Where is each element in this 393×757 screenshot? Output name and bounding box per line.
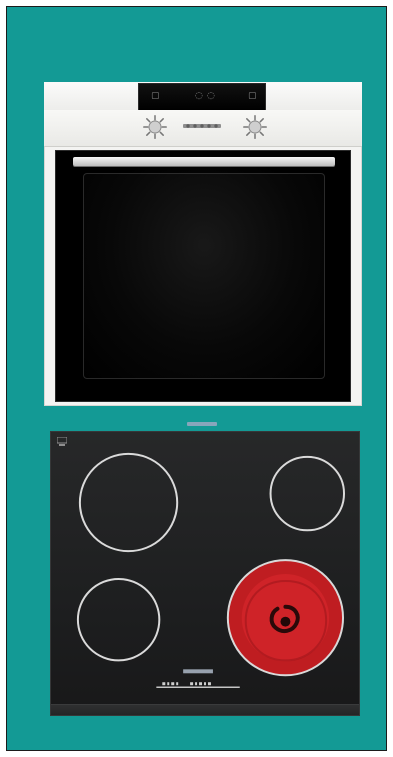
hob-brand-mark: [183, 669, 213, 674]
hob-zone-bottom-right-dot: [280, 616, 291, 627]
oven-door-window: [83, 173, 325, 379]
oven-brand-mark: [187, 422, 217, 426]
hob-bottom-edge: [51, 704, 359, 715]
oven-center-indicator: [183, 124, 221, 128]
timer-icon: ▢: [248, 91, 257, 101]
hob-zone-top-left: [78, 452, 179, 553]
ceramic-hob: [50, 431, 360, 716]
product-panel: ▢ ◌ ◌ ▢: [6, 6, 387, 751]
built-in-oven: ▢ ◌ ◌ ▢: [44, 82, 362, 426]
right-control-knob: [243, 115, 267, 139]
hob-zone-bottom-left: [76, 577, 161, 662]
temperature-icon-secondary: ◌: [207, 91, 215, 101]
left-control-knob: [143, 115, 167, 139]
hob-touch-controls: [162, 682, 211, 686]
oven-control-strip: [44, 110, 362, 147]
oven-door-handle: [73, 157, 335, 166]
temperature-icon: ◌: [195, 91, 203, 101]
oven-display-panel: ▢ ◌ ◌ ▢: [138, 83, 266, 111]
hob-surface: [76, 452, 346, 688]
clock-icon: ▢: [151, 91, 160, 101]
oven-door: [55, 150, 351, 426]
hob-zone-top-right: [269, 455, 346, 532]
